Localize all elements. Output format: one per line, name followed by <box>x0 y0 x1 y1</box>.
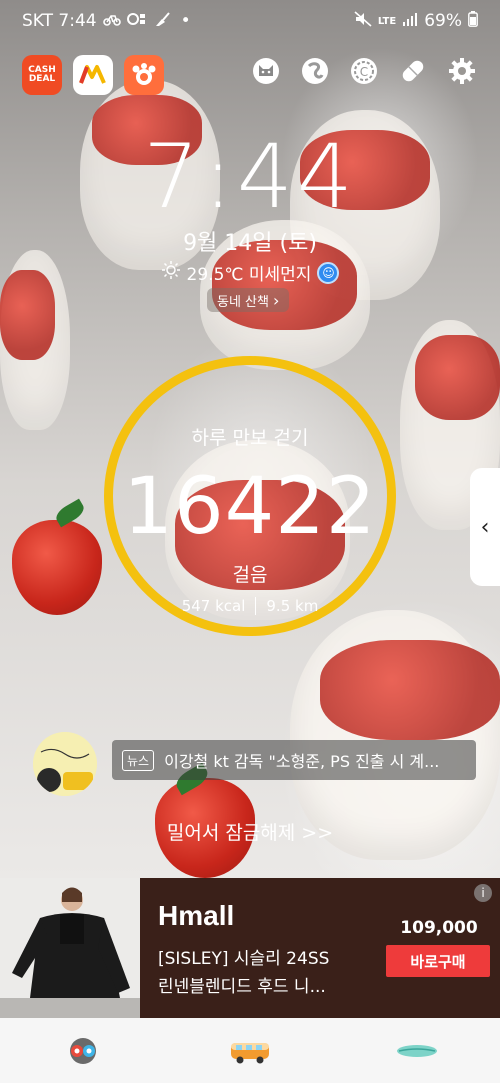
step-count: 16422 <box>123 462 377 552</box>
weather-row: 29.5℃ 미세먼지 ☺ <box>0 260 500 285</box>
quick-shortcuts: C <box>250 55 478 87</box>
battery-percent: 69% <box>424 11 462 31</box>
ad-brand: Hmall <box>158 900 235 931</box>
network-type: LTE <box>377 15 397 27</box>
ad-desc-line1: [SISLEY] 시슬리 24SS <box>158 949 330 969</box>
step-unit: 걸음 <box>232 564 268 586</box>
record-icon <box>126 12 147 30</box>
ad-desc-line2: 린넨블렌디드 후드 니... <box>158 977 326 997</box>
pedometer-title: 하루 만보 걷기 <box>191 427 309 449</box>
broom-icon <box>153 11 171 31</box>
lockscreen-date: 9월 14일 (토) <box>183 231 317 256</box>
news-ticker[interactable]: 뉴스 이강철 kt 감독 "소형준, PS 진출 시 계... <box>112 740 476 780</box>
cash-talk-avatar[interactable] <box>33 732 97 796</box>
wallpaper-berries <box>415 335 500 420</box>
distance-value: 9.5 km <box>266 597 319 615</box>
paw-app-icon[interactable] <box>124 55 164 95</box>
lockscreen-clock: 7:44 <box>143 125 357 228</box>
bot-icon[interactable] <box>60 1031 106 1071</box>
chevron-right-icon: › <box>272 290 280 310</box>
svg-text:C: C <box>360 65 368 79</box>
coin-icon[interactable]: C <box>348 55 380 87</box>
bottom-bar <box>0 1018 500 1083</box>
pill-icon[interactable] <box>397 55 429 87</box>
ad-price: 109,000 <box>400 918 478 938</box>
wallpaper-berries <box>320 640 500 740</box>
ad-info-icon[interactable]: i <box>474 884 492 902</box>
notification-dot: • <box>180 11 191 31</box>
pedometer-stats: 547 kcal 9.5 km <box>0 597 500 615</box>
status-bar: SKT 7:44 • LTE 69% <box>0 0 500 42</box>
mute-icon <box>354 11 372 31</box>
walk-chip[interactable]: 동네 산책 › <box>207 288 290 312</box>
surfboard-icon[interactable] <box>394 1031 440 1071</box>
ad-description: [SISLEY] 시슬리 24SS 린넨블렌디드 후드 니... <box>158 945 358 1001</box>
stats-divider <box>255 597 257 615</box>
app-shortcuts: CASH DEAL <box>22 55 164 95</box>
smile-face-icon: ☺ <box>317 261 340 284</box>
bike-icon <box>102 12 121 30</box>
battery-icon <box>468 11 478 31</box>
ad-model-photo <box>0 878 140 1018</box>
cash-deal-label-2: DEAL <box>28 74 56 84</box>
news-headline: 이강철 kt 감독 "소형준, PS 진출 시 계... <box>164 752 440 771</box>
swirl-icon[interactable] <box>299 55 331 87</box>
chevron-left-icon: ‹ <box>480 514 490 540</box>
buy-now-button[interactable]: 바로구매 <box>386 945 490 977</box>
ad-banner[interactable]: Hmall [SISLEY] 시슬리 24SS 린넨블렌디드 후드 니... 1… <box>0 878 500 1018</box>
walk-chip-label: 동네 산책 <box>217 294 269 310</box>
carrier-time: SKT 7:44 <box>22 11 97 31</box>
weather-text: 29.5℃ 미세먼지 <box>186 265 312 285</box>
cat-icon[interactable] <box>250 55 282 87</box>
sun-icon <box>161 260 181 285</box>
signal-icon <box>402 12 418 30</box>
cash-deal-icon[interactable]: CASH DEAL <box>22 55 62 95</box>
swipe-unlock-text[interactable]: 밀어서 잠금해제 >> <box>0 818 500 845</box>
kcal-value: 547 kcal <box>181 597 246 615</box>
news-tag: 뉴스 <box>122 749 155 771</box>
edge-panel-handle[interactable]: ‹ <box>470 468 500 586</box>
camper-van-icon[interactable] <box>227 1031 273 1071</box>
settings-icon[interactable] <box>446 55 478 87</box>
m-app-icon[interactable] <box>73 55 113 95</box>
